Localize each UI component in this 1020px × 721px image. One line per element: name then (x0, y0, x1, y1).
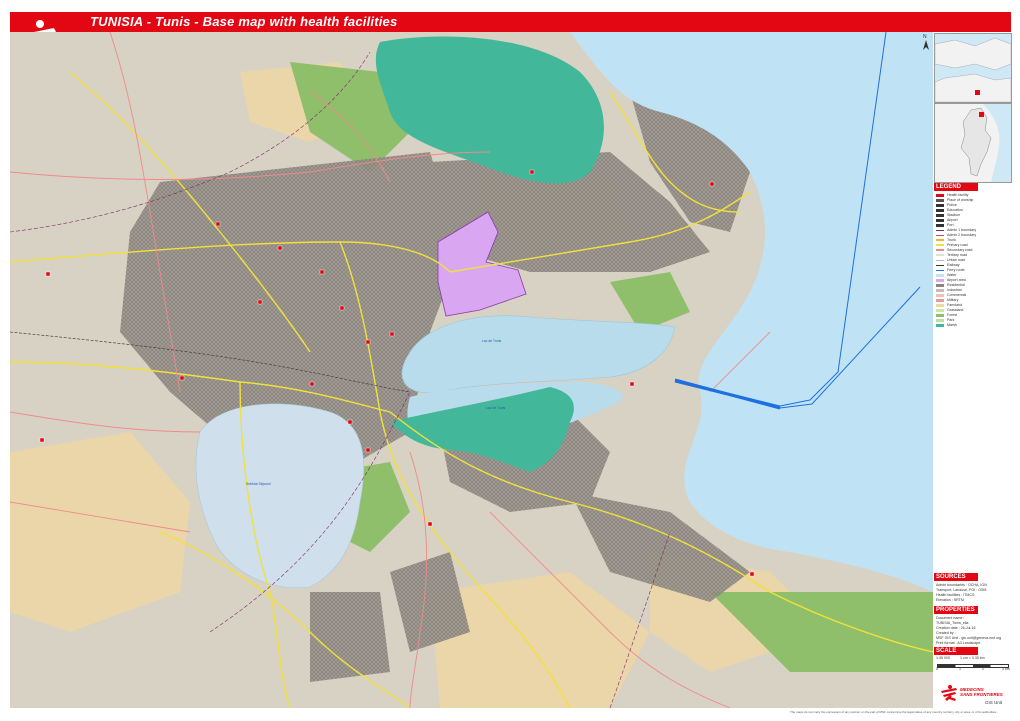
gis-unit-label: GIS Unit (985, 700, 1003, 705)
health-facility-marker (365, 447, 371, 453)
inset-country-svg (935, 104, 1011, 182)
scale-equivalence: 1 cm = 0.35 km (960, 656, 985, 660)
map-canvas (10, 32, 933, 708)
legend-swatch (936, 239, 944, 242)
sources-header: SOURCES (934, 573, 978, 581)
scale-tick: 1 (959, 667, 961, 671)
legend-swatch (936, 244, 944, 247)
health-facility-marker (365, 339, 371, 345)
map-view[interactable]: Lac de Tunis Lac de Tunis Sebkha Séjoumi (10, 32, 933, 708)
msf-wordmark-line2: SANS FRONTIERES (960, 692, 1003, 697)
legend-header: LEGEND (934, 183, 978, 191)
legend-swatch (936, 264, 944, 266)
properties-line: Creation date : 26-Jul-16 (936, 626, 976, 630)
health-facility-marker (215, 221, 221, 227)
properties-line: TUNISIA_Tunis_ella (936, 621, 969, 625)
properties-line: Created by : (936, 631, 956, 635)
health-facility-marker (709, 181, 715, 187)
sources-line: Transport, Landuse, POI : OSM (936, 588, 987, 592)
legend-item-label: Marsh (947, 323, 957, 327)
water-label-lac-nord: Lac de Tunis (482, 339, 502, 343)
health-facility-marker (257, 299, 263, 305)
inset-map-region (934, 33, 1012, 103)
health-facility-marker (389, 331, 395, 337)
health-facility-marker (529, 169, 535, 175)
health-facility-marker (427, 521, 433, 527)
health-facility-marker (629, 381, 635, 387)
health-facility-marker (749, 571, 755, 577)
msf-logo-bottom (938, 684, 960, 707)
sources-line: Elevation : SRTM (936, 598, 964, 602)
legend-swatch (936, 269, 944, 271)
legend-swatch (936, 249, 944, 252)
scale-bar (937, 664, 1009, 668)
legend-item: Marsh (936, 322, 957, 328)
inset-region-svg (934, 37, 1012, 103)
health-facility-marker (39, 437, 45, 443)
properties-line: Document name : (936, 616, 965, 620)
properties-header: PROPERTIES (934, 606, 978, 614)
north-arrow: N (923, 34, 929, 52)
health-facility-marker (339, 305, 345, 311)
scale-tick: 0 (936, 667, 938, 671)
legend-swatch (936, 229, 944, 231)
health-facility-marker (277, 245, 283, 251)
legend-swatch (936, 234, 944, 236)
legend-swatch (936, 259, 944, 261)
legend-swatch (936, 254, 944, 257)
inset-map-country (934, 103, 1012, 183)
scale-header: SCALE (934, 647, 978, 655)
health-facility-marker (309, 381, 315, 387)
sources-line: Admin boundaries : OCHA, IGN (936, 583, 987, 587)
page-title: TUNISIA - Tunis - Base map with health f… (90, 14, 398, 29)
scale-tick: 3 km (1002, 667, 1010, 671)
sources-line: Health facilities : ITMCS (936, 593, 975, 597)
health-facility-marker (347, 419, 353, 425)
north-arrow-icon (923, 40, 929, 50)
legend-swatch (936, 323, 944, 327)
scale-ratio: 1:35 000 (936, 656, 950, 660)
water-label-sejoumi: Sebkha Séjoumi (246, 482, 271, 486)
msf-wordmark: MEDECINS SANS FRONTIERES (960, 687, 1003, 697)
health-facility-marker (319, 269, 325, 275)
disclaimer: The maps do not imply the expression of … (790, 710, 997, 714)
health-facility-marker (179, 375, 185, 381)
health-facility-marker (45, 271, 51, 277)
water-label-lac-sud: Lac de Tunis (486, 406, 506, 410)
scale-tick: 2 (982, 667, 984, 671)
msf-running-man-icon (941, 685, 957, 701)
properties-line: MSF GIS Unit - gis.unit@geneva.msf.org (936, 636, 1002, 640)
properties-line: Print format : A3 Landscape (936, 641, 981, 645)
